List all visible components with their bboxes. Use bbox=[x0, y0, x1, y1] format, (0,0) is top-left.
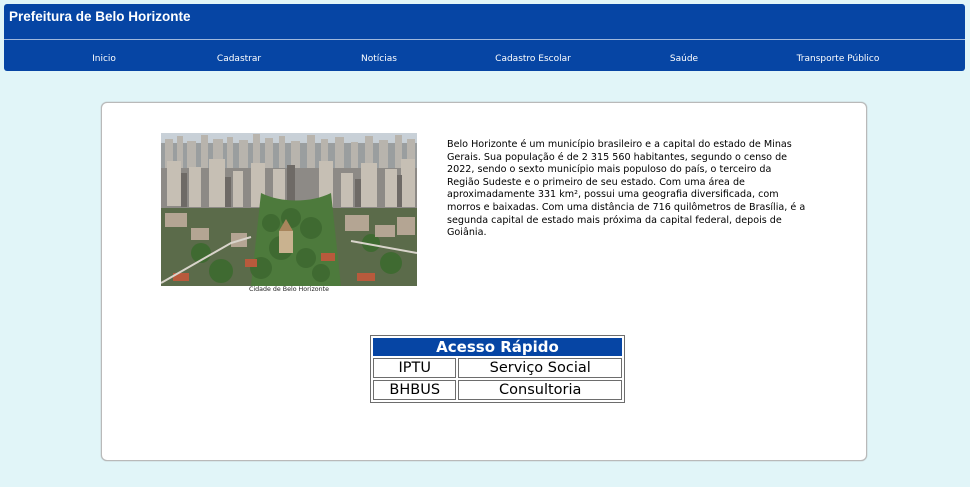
nav-inicio[interactable]: Inicio bbox=[92, 54, 116, 64]
nav-transporte-publico[interactable]: Transporte Público bbox=[797, 54, 880, 64]
city-description: Belo Horizonte é um município brasileiro… bbox=[447, 139, 806, 239]
nav-cadastrar[interactable]: Cadastrar bbox=[217, 54, 261, 64]
site-title: Prefeitura de Belo Horizonte bbox=[9, 9, 191, 24]
photo-caption: Cidade de Belo Horizonte bbox=[249, 286, 329, 293]
quick-link-bhbus[interactable]: BHBUS bbox=[373, 380, 457, 400]
quick-link-consultoria[interactable]: Consultoria bbox=[458, 380, 622, 400]
quick-access-table: Acesso Rápido IPTU Serviço Social BHBUS … bbox=[370, 335, 625, 403]
content-card: Cidade de Belo Horizonte Belo Horizonte … bbox=[101, 102, 867, 461]
nav-saude[interactable]: Saúde bbox=[670, 54, 698, 64]
nav-noticias[interactable]: Notícias bbox=[361, 54, 397, 64]
city-photo bbox=[161, 133, 417, 286]
quick-link-iptu[interactable]: IPTU bbox=[373, 358, 457, 378]
header-divider bbox=[4, 39, 965, 40]
nav-cadastro-escolar[interactable]: Cadastro Escolar bbox=[495, 54, 571, 64]
site-header: Prefeitura de Belo Horizonte Inicio Cada… bbox=[4, 4, 965, 71]
quick-access-title: Acesso Rápido bbox=[373, 338, 622, 356]
quick-link-servico-social[interactable]: Serviço Social bbox=[458, 358, 622, 378]
